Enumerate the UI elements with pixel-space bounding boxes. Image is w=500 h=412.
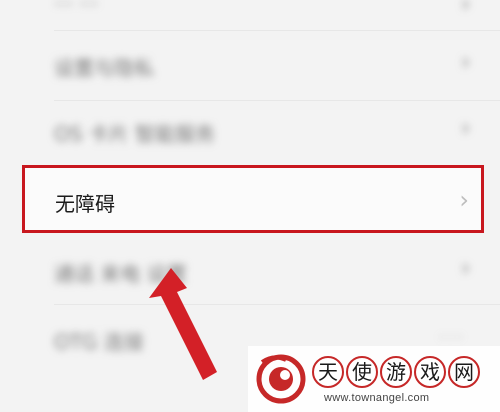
pointer-arrow	[149, 268, 217, 380]
accessibility-label: 无障碍	[55, 192, 115, 216]
divider	[54, 100, 500, 101]
watermark-char: 戏	[414, 356, 446, 388]
accessibility-row[interactable]: 无障碍 ›	[22, 165, 484, 233]
settings-row-label: ··· ···	[54, 0, 99, 16]
watermark-url: www.townangel.com	[324, 392, 430, 404]
chevron-right-icon: ›	[461, 0, 470, 17]
arrow-icon	[149, 268, 217, 380]
chevron-right-icon: ›	[461, 256, 470, 281]
watermark-char: 天	[312, 356, 344, 388]
brand-logo-icon	[256, 354, 306, 404]
settings-row-label: OTG 连接	[54, 330, 144, 354]
watermark-char: 使	[346, 356, 378, 388]
settings-row-value: · · ·	[439, 330, 462, 346]
chevron-right-icon: ›	[459, 186, 469, 214]
settings-row-top[interactable]: ··· ··· ›	[0, 0, 500, 26]
divider	[54, 30, 500, 31]
settings-row-privacy[interactable]: 设置与隐私 ›	[0, 40, 500, 90]
watermark-char: 游	[380, 356, 412, 388]
divider	[54, 304, 500, 305]
settings-row-label: 设置与隐私	[54, 56, 154, 80]
watermark-char: 网	[448, 356, 480, 388]
chevron-right-icon: ›	[461, 116, 470, 141]
chevron-right-icon: ›	[461, 50, 470, 75]
watermark: 天 使 游 戏 网 www.townangel.com	[248, 346, 500, 412]
settings-row-calls[interactable]: 通话 来电 设置 ›	[0, 246, 500, 296]
settings-row-label: OS 卡片 智能服务	[54, 122, 216, 146]
watermark-title: 天 使 游 戏 网	[312, 356, 480, 388]
settings-row-services[interactable]: OS 卡片 智能服务 ›	[0, 106, 500, 156]
